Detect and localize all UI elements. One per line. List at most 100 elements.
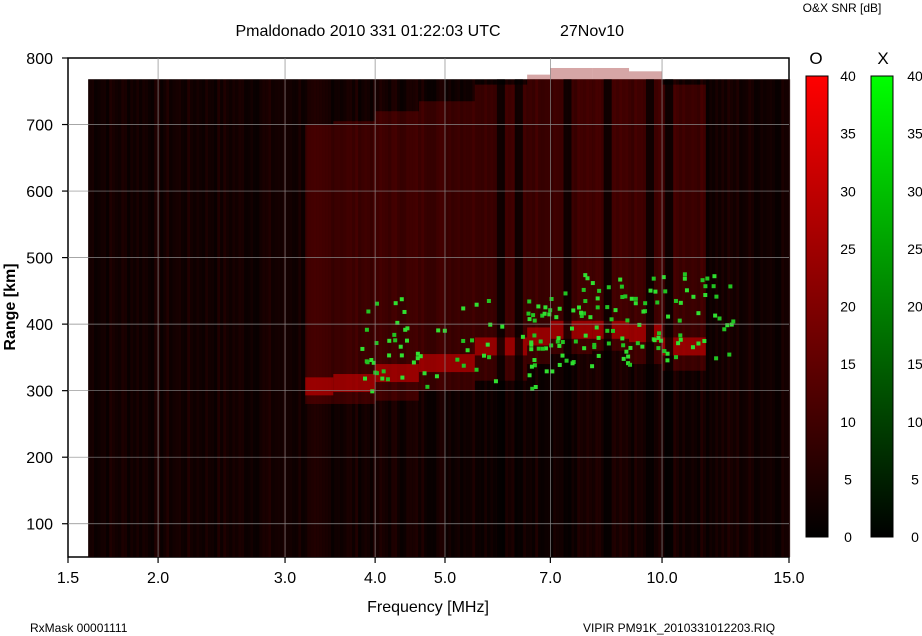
noise-stripe [208,79,212,558]
x-echo-pixel [573,339,578,344]
noise-stripe [148,79,152,558]
x-echo-pixel [626,354,631,359]
x-echo-pixel [605,305,610,310]
x-tick-label: 5.0 [434,570,456,587]
colorbar-tick-label: 40 [907,68,922,84]
x-echo-pixel [527,373,532,378]
ionogram-image [88,67,791,558]
colorbar-tick-label: 15 [907,356,922,372]
colorbar-tick-label: 40 [840,68,856,84]
x-axis-label: Frequency [MHz] [367,599,489,616]
x-echo-pixel [728,284,733,289]
x-echo-pixel [527,299,532,304]
x-echo-pixel [597,288,602,293]
x-echo-pixel [526,311,531,316]
y-tick-label: 200 [26,450,53,467]
noise-stripe [145,79,149,558]
x-echo-pixel [422,371,427,376]
x-echo-pixel [542,311,547,316]
x-echo-pixel [557,343,562,348]
noise-stripe [154,79,158,558]
x-echo-pixel [487,355,492,360]
x-echo-pixel [676,341,681,346]
noise-stripe [163,79,167,558]
x-echo-pixel [690,345,695,350]
x-echo-pixel [653,289,658,294]
x-echo-pixel [385,377,390,382]
noise-stripe [100,79,104,558]
y-axis-label: Range [km] [2,263,19,350]
noise-stripe [160,79,164,558]
x-echo-pixel [560,340,565,345]
noise-stripe [223,79,227,558]
colorbar-tick-label: 20 [840,299,856,315]
x-echo-pixel [486,298,491,303]
x-tick-label: 1.5 [57,570,79,587]
x-echo-pixel [532,333,537,338]
x-echo-pixel [714,294,719,299]
noise-stripe [124,79,128,558]
noise-stripe [742,79,746,558]
noise-stripe [196,79,200,558]
noise-stripe [127,79,131,558]
o-echo-band [629,71,663,365]
noise-stripe [88,79,92,558]
x-echo-pixel [461,338,466,343]
x-echo-pixel [418,354,423,359]
colorbar-x: X [870,49,894,538]
noise-stripe [778,79,782,558]
x-tick-label: 7.0 [539,570,561,587]
x-echo-pixel [663,289,668,294]
x-echo-pixel [657,331,662,336]
x-echo-pixel [540,346,545,351]
x-echo-pixel [374,301,379,306]
noise-stripe [781,79,785,558]
noise-stripe [205,79,209,558]
colorbar-tick-label: 10 [840,414,856,430]
ionogram-chart: Pmaldonado 2010 331 01:22:03 UTC 27Nov10… [2,1,922,635]
x-tick-label: 15.0 [773,570,804,587]
noise-stripe [157,79,161,558]
noise-stripe [721,79,725,558]
y-tick-label: 400 [26,317,53,334]
noise-stripe [217,79,221,558]
y-tick-label: 300 [26,384,53,401]
x-axis: 1.5 2.0 3.0 4.0 5.0 7.0 10.0 15.0 [57,557,805,587]
noise-stripe [235,79,239,558]
colorbar-tick-label: 25 [840,241,856,257]
noise-stripe [103,79,107,558]
x-echo-pixel [682,272,687,277]
rx-mask-label: RxMask 00001111 [30,621,128,635]
noise-stripe [220,79,224,558]
gap-column [496,79,505,558]
x-echo-pixel [605,328,610,333]
colorbar-tick-label: 30 [907,183,922,199]
noise-stripe [142,79,146,558]
noise-stripe [94,79,98,558]
x-echo-pixel [674,355,679,360]
noise-stripe [736,79,740,558]
x-echo-pixel [713,313,718,318]
x-echo-pixel [613,308,618,313]
x-echo-pixel [620,336,625,341]
noise-stripe [250,79,254,558]
x-echo-pixel [581,287,586,292]
x-echo-pixel [712,274,717,279]
x-echo-pixel [399,353,404,358]
x-echo-pixel [366,309,371,314]
noise-stripe [301,79,305,558]
x-echo-pixel [651,276,656,281]
x-echo-pixel [536,304,541,309]
noise-stripe [712,79,716,558]
x-echo-pixel [621,343,626,348]
noise-stripe [247,79,251,558]
noise-stripe [751,79,755,558]
x-echo-pixel [711,284,716,289]
x-echo-pixel [583,299,588,304]
x-echo-pixel [678,300,683,305]
x-echo-pixel [652,338,657,343]
x-echo-pixel [493,379,498,384]
x-echo-pixel [596,335,601,340]
x-echo-pixel [500,324,505,329]
noise-stripe [295,79,299,558]
